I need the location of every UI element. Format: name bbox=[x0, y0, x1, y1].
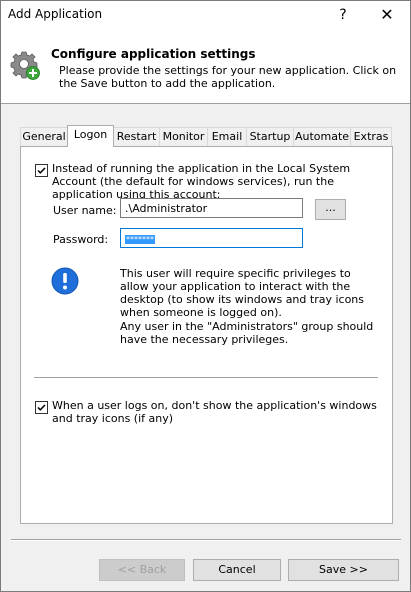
info-text-administrators: Any user in the "Administrators" group s… bbox=[120, 320, 374, 346]
hide-windows-checkbox[interactable] bbox=[35, 401, 48, 414]
save-button[interactable]: Save >> bbox=[288, 559, 399, 581]
user-name-field[interactable]: .\Administrator bbox=[120, 198, 303, 218]
window-title: Add Application bbox=[8, 7, 103, 21]
close-button[interactable]: ✕ bbox=[365, 1, 409, 29]
tab-general[interactable]: General bbox=[20, 127, 68, 146]
wizard-header: Configure application settings Please pr… bbox=[1, 29, 410, 104]
header-title: Configure application settings bbox=[51, 47, 256, 61]
tab-startup[interactable]: Startup bbox=[246, 127, 294, 146]
checkmark-icon bbox=[37, 167, 46, 174]
tab-email[interactable]: Email bbox=[207, 127, 247, 146]
tab-monitor[interactable]: Monitor bbox=[159, 127, 208, 146]
info-text-privileges: This user will require specific privileg… bbox=[120, 267, 364, 319]
gear-add-icon bbox=[9, 49, 41, 81]
logon-panel: Instead of running the application in th… bbox=[20, 146, 393, 524]
run-as-account-checkbox[interactable] bbox=[35, 164, 48, 177]
title-bar: Add Application ? ✕ bbox=[1, 1, 410, 29]
browse-user-button[interactable]: ... bbox=[315, 199, 346, 220]
tab-extras[interactable]: Extras bbox=[350, 127, 392, 146]
hide-windows-label: When a user logs on, don't show the appl… bbox=[52, 399, 377, 425]
info-icon bbox=[51, 267, 79, 298]
tab-logon[interactable]: Logon bbox=[67, 125, 114, 147]
run-as-account-label: Instead of running the application in th… bbox=[52, 162, 351, 201]
cancel-button[interactable]: Cancel bbox=[193, 559, 281, 581]
section-divider bbox=[34, 377, 378, 378]
user-name-label: User name: bbox=[53, 204, 117, 217]
tab-automate[interactable]: Automate bbox=[293, 127, 351, 146]
back-button[interactable]: << Back bbox=[99, 559, 185, 581]
password-label: Password: bbox=[53, 233, 109, 246]
checkmark-icon bbox=[37, 404, 46, 411]
tab-restart[interactable]: Restart bbox=[113, 127, 160, 146]
password-field[interactable]: ******* bbox=[120, 228, 303, 248]
help-button[interactable]: ? bbox=[321, 1, 365, 29]
password-mask: ******* bbox=[125, 235, 155, 244]
header-description: Please provide the settings for your new… bbox=[59, 64, 397, 90]
add-application-dialog: Add Application ? ✕ Configure applicatio… bbox=[0, 0, 411, 592]
bottom-separator bbox=[11, 539, 401, 541]
